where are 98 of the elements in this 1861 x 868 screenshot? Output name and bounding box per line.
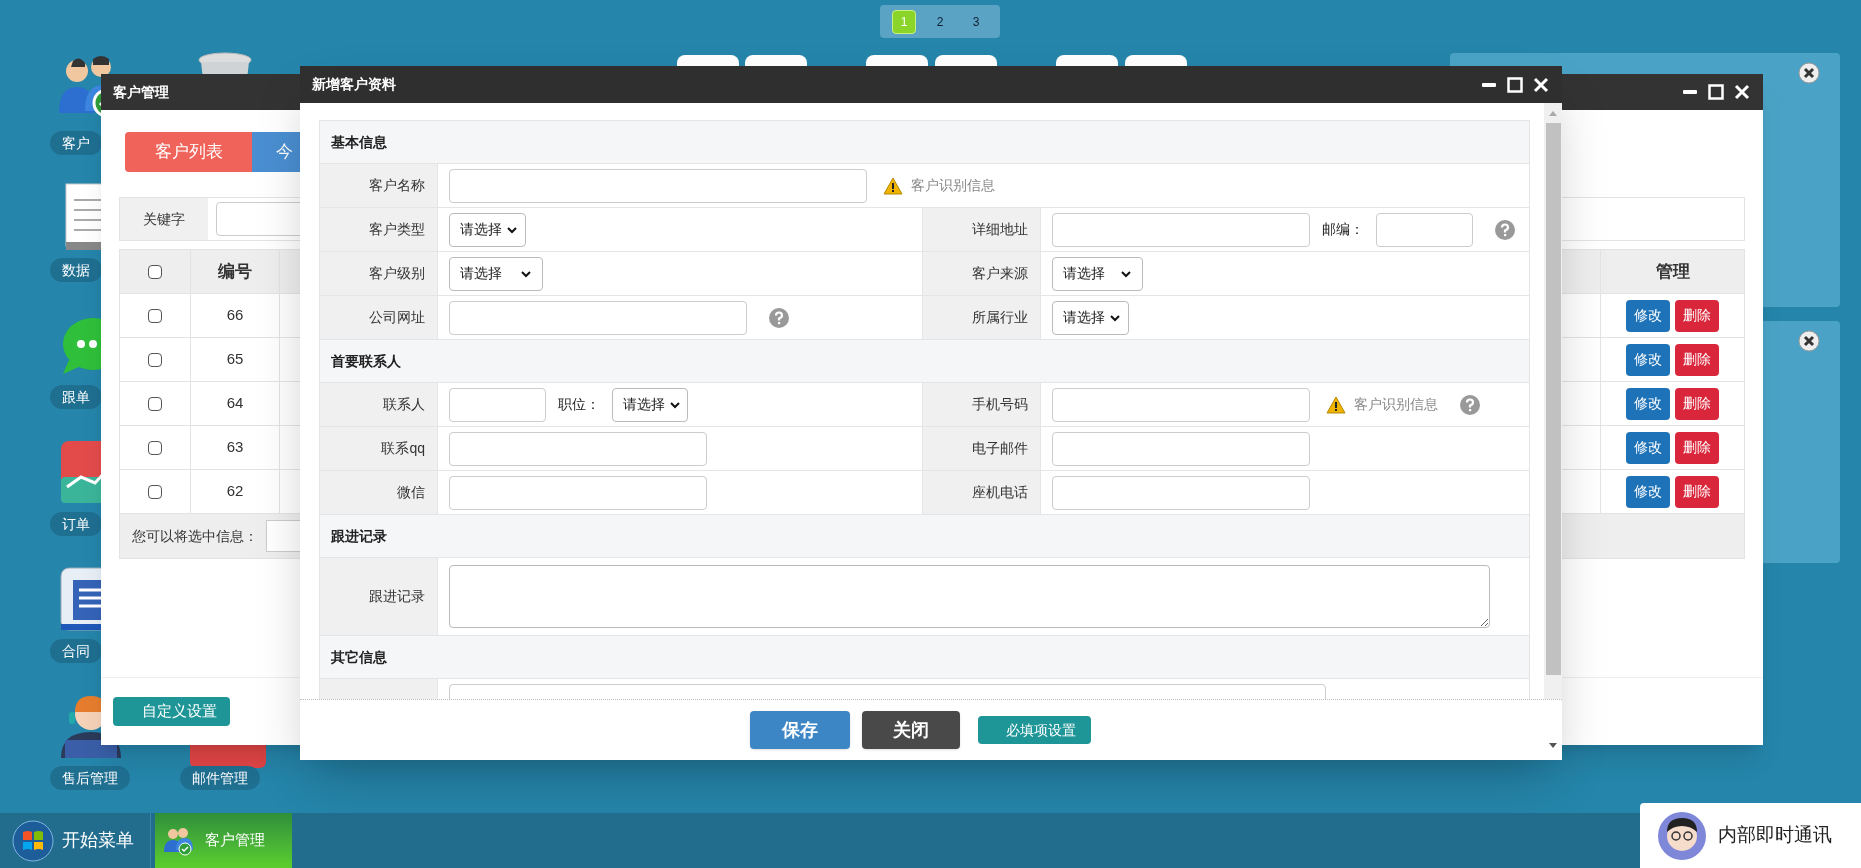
table-cell: 66: [191, 294, 280, 337]
dropdown[interactable]: 请选择: [1052, 300, 1129, 335]
field-label: 客户级别: [320, 252, 438, 295]
window-title: 客户管理: [113, 82, 169, 102]
windows-logo-icon: [12, 819, 54, 862]
hint-text: 客户识别信息: [911, 176, 995, 195]
save-button[interactable]: 保存: [750, 711, 850, 749]
desktop-icon-label[interactable]: 跟单: [50, 385, 102, 409]
hint-text: 客户识别信息: [1354, 395, 1438, 414]
help-icon[interactable]: [1495, 219, 1515, 240]
desktop-icon-label[interactable]: 邮件管理: [180, 766, 260, 790]
checkbox[interactable]: [148, 396, 162, 411]
page-button[interactable]: 2: [928, 9, 952, 34]
field-label: 客户名称: [320, 164, 438, 207]
dropdown[interactable]: 请选择: [449, 256, 543, 291]
maximize-icon[interactable]: [1506, 75, 1524, 94]
dropdown[interactable]: 请选择: [449, 212, 526, 247]
text-field[interactable]: [449, 300, 747, 335]
warning-icon: [883, 176, 903, 195]
delete-button[interactable]: 删除: [1675, 299, 1719, 332]
checkbox[interactable]: [148, 484, 162, 499]
text-field[interactable]: [1052, 431, 1310, 466]
field-label: 微信: [320, 471, 438, 514]
scroll-down-icon[interactable]: [1548, 742, 1558, 750]
desktop-icon-label[interactable]: 客户: [50, 131, 102, 155]
delete-button[interactable]: 删除: [1675, 343, 1719, 376]
bulk-action-label: 您可以将选中信息：: [132, 526, 258, 546]
section-header: 其它信息: [320, 636, 1529, 679]
desktop-icon-label[interactable]: 合同: [50, 639, 102, 663]
table-cell: 62: [191, 470, 280, 513]
checkbox[interactable]: [148, 264, 162, 279]
field-label: 邮编：: [1322, 220, 1364, 239]
close-button[interactable]: 关闭: [862, 711, 960, 749]
edit-button[interactable]: 修改: [1626, 343, 1670, 376]
tab[interactable]: 客户列表: [125, 132, 252, 172]
field-label: 手机号码: [923, 383, 1041, 426]
checkbox[interactable]: [148, 440, 162, 455]
scrollbar[interactable]: [1544, 103, 1562, 699]
dialog-title: 新增客户资料: [312, 75, 396, 94]
field-label: 客户来源: [923, 252, 1041, 295]
text-field[interactable]: [1052, 212, 1310, 247]
delete-button[interactable]: 删除: [1675, 431, 1719, 464]
close-icon[interactable]: [1532, 75, 1550, 94]
settings-button[interactable]: 自定义设置: [113, 697, 230, 726]
field-label: 详细地址: [923, 208, 1041, 251]
field-label: 座机电话: [923, 471, 1041, 514]
dropdown[interactable]: 请选择: [1052, 256, 1143, 291]
table-cell: 64: [191, 382, 280, 425]
edit-button[interactable]: 修改: [1626, 475, 1670, 508]
text-field[interactable]: [1376, 212, 1473, 247]
table-cell: 65: [191, 338, 280, 381]
checkbox[interactable]: [148, 352, 162, 367]
edit-button[interactable]: 修改: [1626, 431, 1670, 464]
text-field[interactable]: [449, 168, 867, 203]
text-field[interactable]: [1052, 387, 1310, 422]
warning-icon: [1326, 395, 1346, 414]
scrollbar-thumb[interactable]: [1545, 123, 1561, 675]
desktop-icon-label[interactable]: 订单: [50, 512, 102, 536]
text-field[interactable]: [1052, 475, 1310, 510]
edit-button[interactable]: 修改: [1626, 299, 1670, 332]
notes-field[interactable]: [449, 565, 1490, 628]
desktop-icon-label[interactable]: 售后管理: [50, 766, 130, 790]
checkbox[interactable]: [148, 308, 162, 323]
dropdown[interactable]: 请选择: [612, 387, 688, 422]
maximize-icon[interactable]: [1707, 83, 1725, 101]
field-label: 联系qq: [320, 427, 438, 470]
help-icon[interactable]: [769, 307, 789, 328]
field-label: 电子邮件: [923, 427, 1041, 470]
edit-button[interactable]: 修改: [1626, 387, 1670, 420]
desktop-icon-label[interactable]: 数据: [50, 258, 102, 282]
chat-widget[interactable]: 内部即时通讯: [1640, 803, 1861, 868]
field-label: 跟进记录: [320, 558, 438, 635]
text-field[interactable]: [449, 387, 546, 422]
users-icon: [163, 825, 193, 856]
text-field[interactable]: [449, 475, 707, 510]
column-header: 管理: [1654, 260, 1691, 283]
taskbar-button[interactable]: 客户管理: [155, 813, 292, 868]
start-button[interactable]: 开始菜单: [0, 813, 151, 868]
help-icon[interactable]: [1460, 394, 1480, 415]
field-label: 所属行业: [923, 296, 1041, 339]
search-label: 关键字: [120, 198, 208, 240]
field-label: 公司网址: [320, 296, 438, 339]
field-label: 联系人: [320, 383, 438, 426]
section-header: 基本信息: [320, 121, 1529, 164]
delete-button[interactable]: 删除: [1675, 475, 1719, 508]
field-label: 客户类型: [320, 208, 438, 251]
close-icon[interactable]: [1798, 330, 1820, 352]
table-cell: 63: [191, 426, 280, 469]
avatar-icon: [1658, 811, 1706, 860]
delete-button[interactable]: 删除: [1675, 387, 1719, 420]
section-header: 跟进记录: [320, 515, 1529, 558]
column-header: 编号: [191, 250, 280, 293]
field-label: 职位：: [558, 395, 600, 414]
section-header: 首要联系人: [320, 340, 1529, 383]
close-icon[interactable]: [1798, 62, 1820, 84]
page-button[interactable]: 3: [964, 9, 988, 34]
text-field[interactable]: [449, 431, 707, 466]
required-fields-button[interactable]: 必填项设置: [978, 716, 1091, 744]
